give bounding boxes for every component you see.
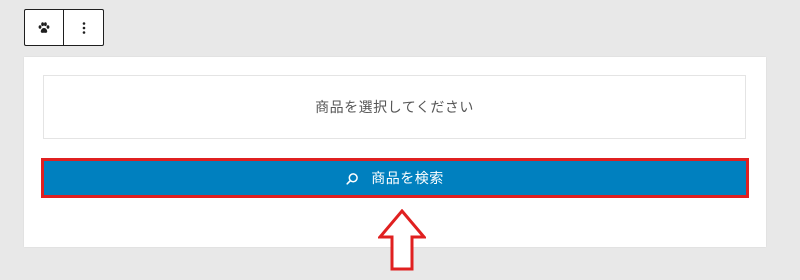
search-icon [346,172,359,185]
product-placeholder: 商品を選択してください [43,75,746,139]
block-type-button[interactable] [25,10,65,45]
block-toolbar [24,9,104,46]
search-product-button[interactable]: 商品を検索 [44,161,746,195]
more-vertical-icon [82,21,86,35]
highlight-outline: 商品を検索 [41,158,749,198]
placeholder-text: 商品を選択してください [315,100,474,116]
up-arrow-icon [376,208,428,271]
search-button-label: 商品を検索 [371,171,444,187]
more-options-button[interactable] [64,10,103,45]
paw-icon [37,21,51,35]
